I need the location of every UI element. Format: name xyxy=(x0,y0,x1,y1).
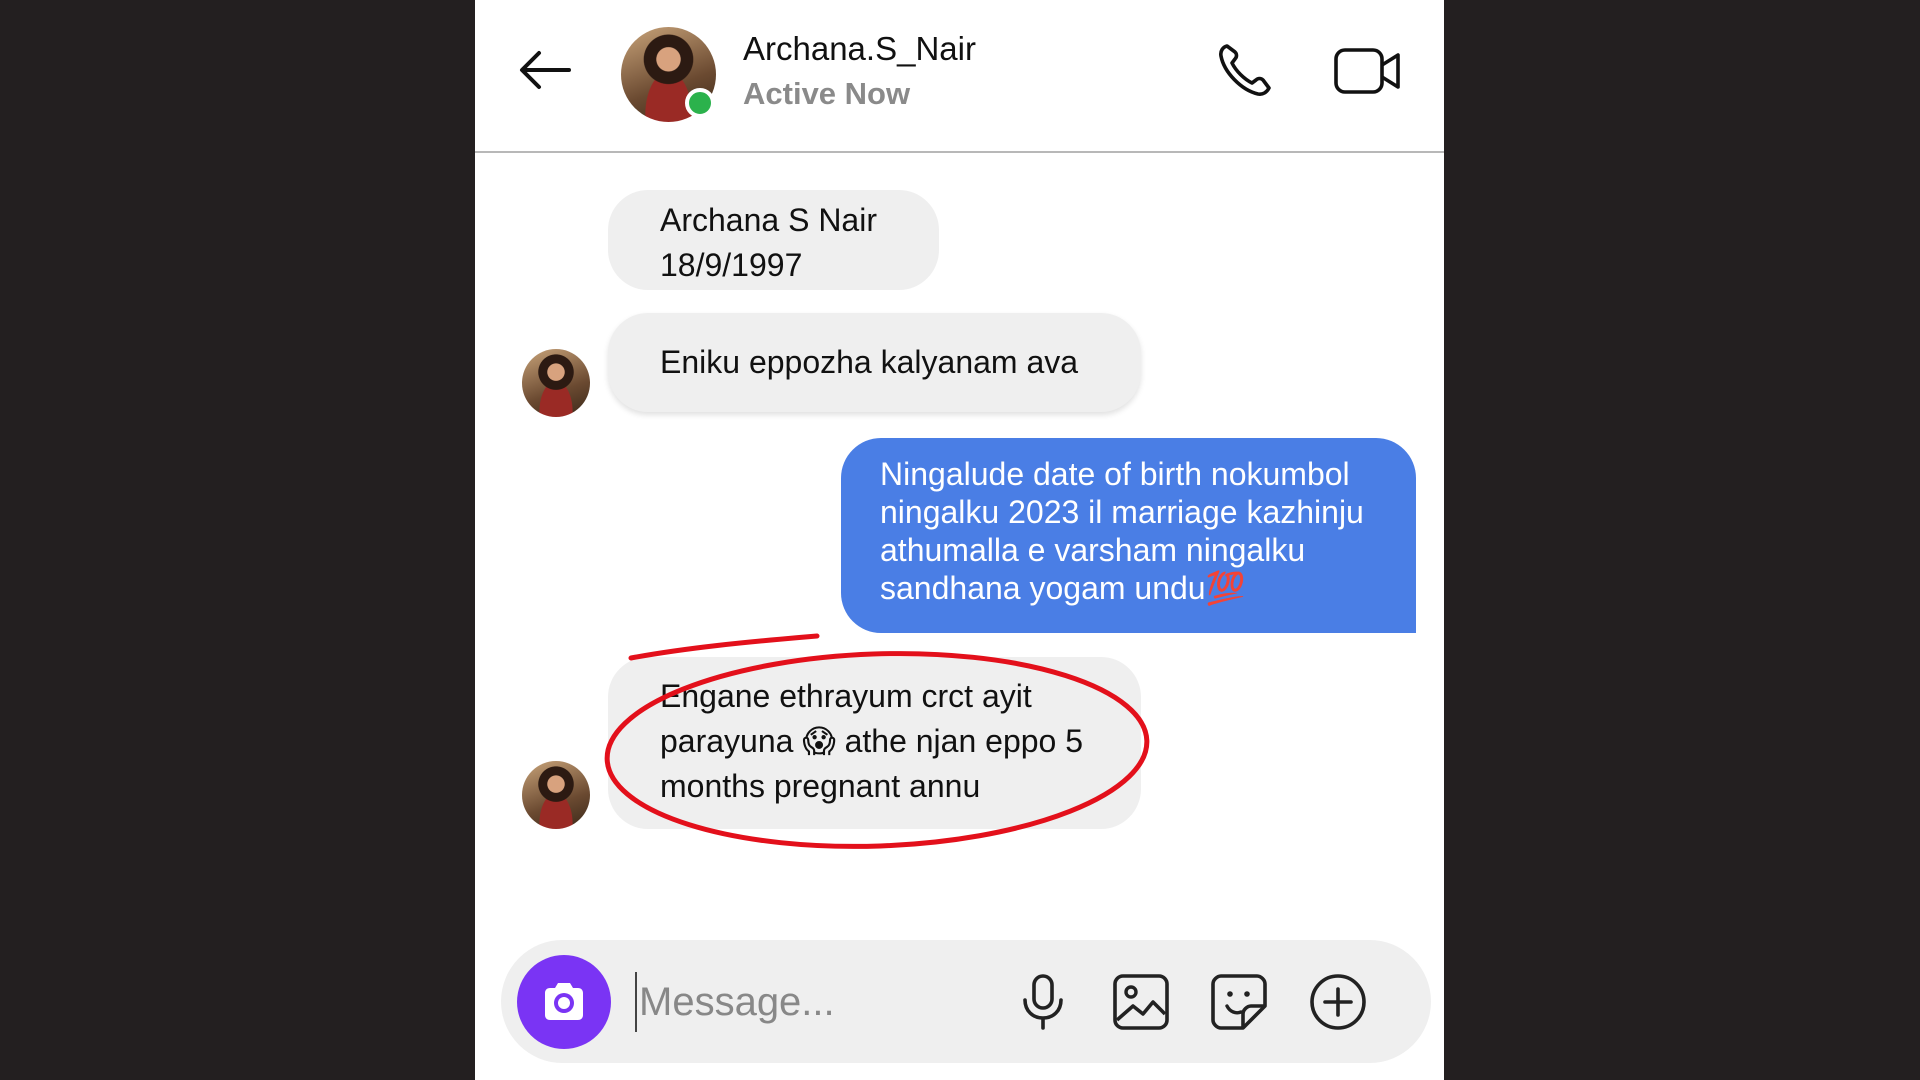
chat-header: Archana.S_Nair Active Now xyxy=(475,0,1444,153)
gallery-button[interactable] xyxy=(1109,970,1173,1034)
video-camera-icon xyxy=(1334,48,1400,94)
online-indicator xyxy=(685,88,715,118)
message-bubble-incoming[interactable]: Eniku eppozha kalyanam ava xyxy=(608,313,1141,412)
back-button[interactable] xyxy=(513,38,577,102)
message-line: sandhana yogam undu💯 xyxy=(880,570,1246,606)
contact-name[interactable]: Archana.S_Nair xyxy=(743,30,976,68)
message-line: Ningalude date of birth nokumbol xyxy=(880,456,1350,492)
voice-call-button[interactable] xyxy=(1213,38,1277,102)
message-line: parayuna 😱 athe njan eppo 5 xyxy=(660,723,1084,759)
video-call-button[interactable] xyxy=(1332,38,1404,102)
camera-icon xyxy=(545,983,583,1020)
message-line: months pregnant annu xyxy=(660,768,981,804)
message-line: athumalla e varsham ningalku xyxy=(880,532,1306,568)
message-line: 18/9/1997 xyxy=(660,247,803,283)
message-line: Archana S Nair xyxy=(660,202,877,238)
camera-button[interactable] xyxy=(517,955,611,1049)
message-line: Engane ethrayum crct ayit xyxy=(660,678,1032,714)
message-line: ningalku 2023 il marriage kazhinju xyxy=(880,494,1364,530)
message-bubble-incoming[interactable]: Engane ethrayum crct ayit parayuna 😱 ath… xyxy=(608,657,1141,829)
more-options-button[interactable] xyxy=(1306,970,1370,1034)
arrow-left-icon xyxy=(520,51,571,89)
voice-message-button[interactable] xyxy=(1011,970,1075,1034)
gallery-icon xyxy=(1113,974,1169,1030)
message-line: Eniku eppozha kalyanam ava xyxy=(660,344,1079,380)
contact-avatar-small[interactable] xyxy=(522,349,590,417)
microphone-icon xyxy=(1023,974,1063,1030)
message-bubble-outgoing[interactable]: Ningalude date of birth nokumbol ningalk… xyxy=(841,438,1416,633)
phone-icon xyxy=(1219,44,1271,96)
active-status: Active Now xyxy=(743,76,911,111)
chat-screen: Archana.S_Nair Active Now Archana S Nair… xyxy=(475,0,1444,1080)
message-input[interactable] xyxy=(635,972,1005,1032)
sticker-button[interactable] xyxy=(1207,970,1271,1034)
message-bubble-incoming[interactable]: Archana S Nair 18/9/1997 xyxy=(608,190,939,290)
sticker-icon xyxy=(1211,974,1267,1030)
contact-avatar-small[interactable] xyxy=(522,761,590,829)
message-composer xyxy=(501,940,1431,1063)
plus-icon xyxy=(1310,974,1366,1030)
